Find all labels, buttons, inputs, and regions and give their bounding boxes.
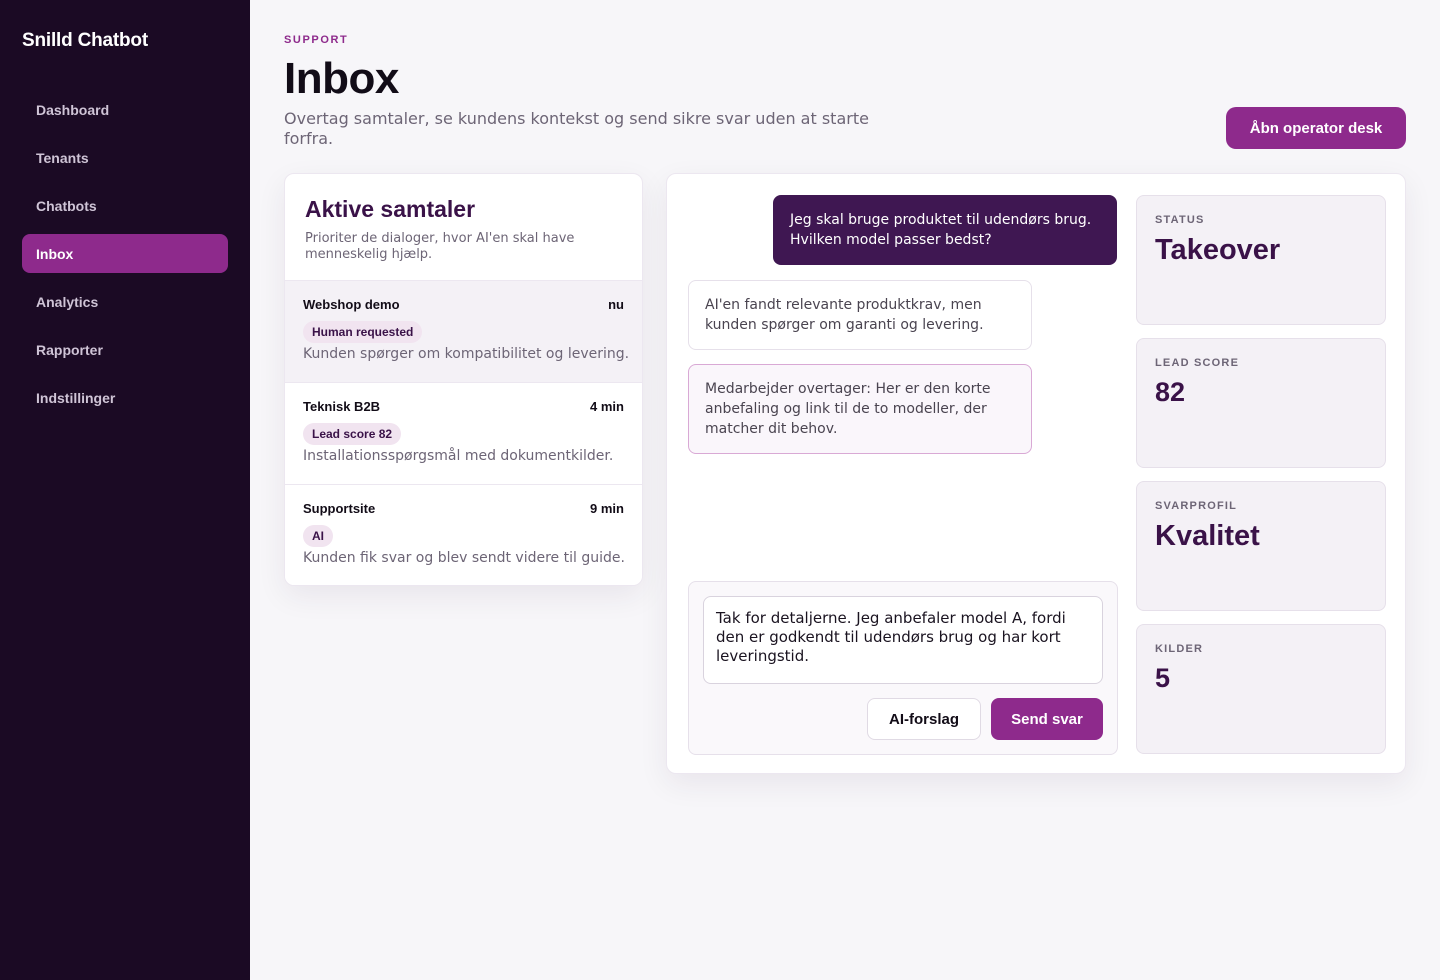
sidebar-item-indstillinger[interactable]: Indstillinger bbox=[22, 378, 228, 417]
conversation-summary: Installationsspørgsmål med dokumentkilde… bbox=[303, 448, 614, 464]
sidebar-item-rapporter[interactable]: Rapporter bbox=[22, 330, 228, 369]
conversation-stats: STATUS Takeover LEAD SCORE 82 SVARPROFIL… bbox=[1136, 195, 1386, 767]
conversation-row: Webshop demo nu bbox=[303, 297, 624, 312]
agent-takeover-message: Medarbejder overtager: Her er den korte … bbox=[688, 364, 1032, 454]
conversation-item-webshop-demo[interactable]: Webshop demo nu Human requested Kunden s… bbox=[285, 281, 642, 383]
conversation-item-teknisk-b2b[interactable]: Teknisk B2B 4 min Lead score 82 Installa… bbox=[285, 383, 642, 485]
status-badge: Lead score 82 bbox=[303, 423, 402, 445]
customer-message: Jeg skal bruge produktet til udendørs br… bbox=[773, 195, 1117, 265]
stat-label: SVARPROFIL bbox=[1155, 500, 1238, 512]
brand-logo[interactable]: Snilld Chatbot bbox=[22, 30, 148, 52]
open-operator-desk-button[interactable]: Åbn operator desk bbox=[1226, 107, 1406, 149]
conversation-row: Teknisk B2B 4 min bbox=[303, 399, 624, 414]
active-conversations-panel: Aktive samtaler Prioriter de dialoger, h… bbox=[284, 173, 643, 586]
conversation-row: Supportsite 9 min bbox=[303, 501, 624, 516]
conversation-summary: Kunden fik svar og blev sendt videre til… bbox=[303, 550, 625, 566]
conversation-name: Supportsite bbox=[303, 501, 376, 516]
reply-composer: Tak for detaljerne. Jeg anbefaler model … bbox=[688, 581, 1118, 755]
conversations-header: Aktive samtaler Prioriter de dialoger, h… bbox=[285, 174, 642, 281]
conversation-summary: Kunden spørger om kompatibilitet og leve… bbox=[303, 346, 630, 362]
stat-label: STATUS bbox=[1155, 214, 1205, 226]
conversations-title: Aktive samtaler bbox=[305, 196, 476, 222]
main-content: SUPPORT Inbox Overtag samtaler, se kunde… bbox=[284, 0, 1406, 980]
sidebar-item-inbox[interactable]: Inbox bbox=[22, 234, 228, 273]
section-eyebrow: SUPPORT bbox=[284, 34, 349, 46]
sidebar-item-analytics[interactable]: Analytics bbox=[22, 282, 228, 321]
conversation-time: 4 min bbox=[590, 399, 624, 414]
sidebar-item-tenants[interactable]: Tenants bbox=[22, 138, 228, 177]
page-subtitle: Overtag samtaler, se kundens kontekst og… bbox=[284, 109, 869, 148]
conversations-description: Prioriter de dialoger, hvor AI'en skal h… bbox=[305, 231, 575, 262]
sidebar: Snilld Chatbot Dashboard Tenants Chatbot… bbox=[0, 0, 250, 980]
stat-lead-score: LEAD SCORE 82 bbox=[1136, 338, 1386, 468]
stat-value: 5 bbox=[1155, 663, 1171, 693]
status-badge: AI bbox=[303, 525, 333, 547]
ai-suggestion-button[interactable]: AI-forslag bbox=[867, 698, 981, 740]
stat-label: KILDER bbox=[1155, 643, 1204, 655]
page-title: Inbox bbox=[284, 54, 399, 103]
conversation-time: 9 min bbox=[590, 501, 624, 516]
stat-sources: KILDER 5 bbox=[1136, 624, 1386, 754]
sidebar-item-chatbots[interactable]: Chatbots bbox=[22, 186, 228, 225]
conversation-item-supportsite[interactable]: Supportsite 9 min AI Kunden fik svar og … bbox=[285, 485, 642, 585]
stat-answer-profile: SVARPROFIL Kvalitet bbox=[1136, 481, 1386, 611]
ai-note-message: AI'en fandt relevante produktkrav, men k… bbox=[688, 280, 1032, 350]
conversation-time: nu bbox=[608, 297, 624, 312]
stat-label: LEAD SCORE bbox=[1155, 357, 1240, 369]
stat-status: STATUS Takeover bbox=[1136, 195, 1386, 325]
conversation-name: Teknisk B2B bbox=[303, 399, 381, 414]
sidebar-nav: Dashboard Tenants Chatbots Inbox Analyti… bbox=[22, 90, 228, 426]
stat-value: Kvalitet bbox=[1155, 520, 1260, 552]
status-badge: Human requested bbox=[303, 321, 423, 343]
stat-value: 82 bbox=[1155, 377, 1186, 407]
chat-panel: Jeg skal bruge produktet til udendørs br… bbox=[666, 173, 1406, 774]
reply-input[interactable]: Tak for detaljerne. Jeg anbefaler model … bbox=[703, 596, 1103, 684]
conversation-name: Webshop demo bbox=[303, 297, 400, 312]
send-reply-button[interactable]: Send svar bbox=[991, 698, 1103, 740]
sidebar-item-dashboard[interactable]: Dashboard bbox=[22, 90, 228, 129]
stat-value: Takeover bbox=[1155, 234, 1281, 266]
